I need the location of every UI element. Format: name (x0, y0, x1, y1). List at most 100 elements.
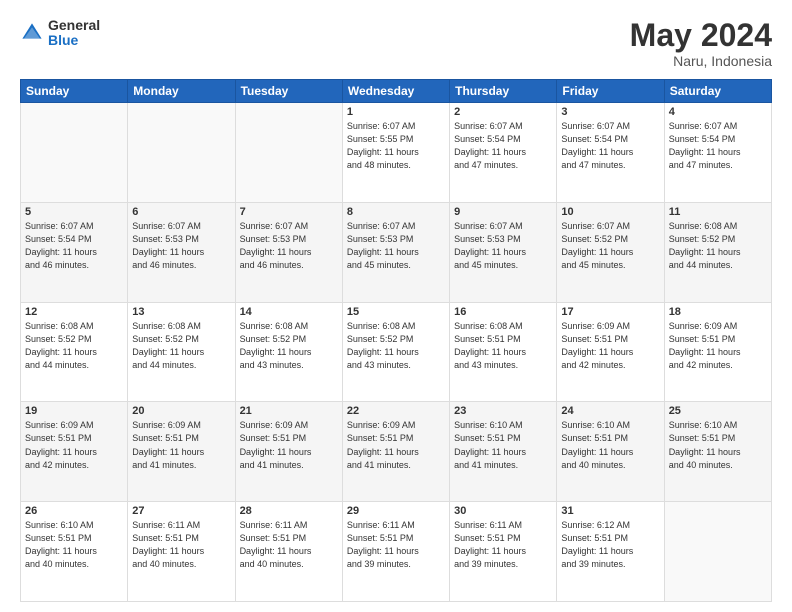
day-number-11: 11 (669, 206, 767, 218)
day-info-27: Sunrise: 6:11 AM Sunset: 5:51 PM Dayligh… (132, 519, 230, 571)
calendar-cell-w4-d4: 22 Sunrise: 6:09 AM Sunset: 5:51 PM Dayli… (342, 402, 449, 502)
calendar-cell-w2-d6: 10 Sunrise: 6:07 AM Sunset: 5:52 PM Dayli… (557, 202, 664, 302)
calendar-cell-w3-d6: 17Sunrise: 6:09 AM Sunset: 5:51 PM Dayli… (557, 302, 664, 402)
day-number-3: 3 (561, 106, 659, 118)
day-number-21: 21 (240, 405, 338, 417)
calendar-table: Sunday Monday Tuesday Wednesday Thursday… (20, 79, 772, 602)
day-info-22: Sunrise: 6:09 AM Sunset: 5:51 PM Dayligh… (347, 419, 445, 471)
day-info-26: Sunrise: 6:10 AM Sunset: 5:51 PM Dayligh… (25, 519, 123, 571)
day-number-26: 26 (25, 505, 123, 517)
calendar-cell-w1-d4: 1 Sunrise: 6:07 AM Sunset: 5:55 PM Daylig… (342, 103, 449, 203)
header: General Blue May 2024 Naru, Indonesia (20, 18, 772, 69)
calendar-cell-w5-d7 (664, 502, 771, 602)
day-info-6: Sunrise: 6:07 AM Sunset: 5:53 PM Dayligh… (132, 220, 230, 272)
day-info-31: Sunrise: 6:12 AM Sunset: 5:51 PM Dayligh… (561, 519, 659, 571)
day-info-15: Sunrise: 6:08 AM Sunset: 5:52 PM Dayligh… (347, 320, 445, 372)
header-tuesday: Tuesday (235, 80, 342, 103)
header-monday: Monday (128, 80, 235, 103)
day-number-19: 19 (25, 405, 123, 417)
day-number-6: 6 (132, 206, 230, 218)
day-number-30: 30 (454, 505, 552, 517)
day-number-31: 31 (561, 505, 659, 517)
calendar-cell-w2-d2: 6 Sunrise: 6:07 AM Sunset: 5:53 PM Daylig… (128, 202, 235, 302)
header-friday: Friday (557, 80, 664, 103)
day-info-29: Sunrise: 6:11 AM Sunset: 5:51 PM Dayligh… (347, 519, 445, 571)
day-number-13: 13 (132, 306, 230, 318)
day-info-12: Sunrise: 6:08 AM Sunset: 5:52 PM Dayligh… (25, 320, 123, 372)
day-info-24: Sunrise: 6:10 AM Sunset: 5:51 PM Dayligh… (561, 419, 659, 471)
calendar-cell-w5-d4: 29 Sunrise: 6:11 AM Sunset: 5:51 PM Dayli… (342, 502, 449, 602)
day-number-12: 12 (25, 306, 123, 318)
day-info-1: Sunrise: 6:07 AM Sunset: 5:55 PM Dayligh… (347, 120, 445, 172)
day-number-4: 4 (669, 106, 767, 118)
calendar-cell-w1-d5: 2Sunrise: 6:07 AM Sunset: 5:54 PM Daylig… (450, 103, 557, 203)
day-info-11: Sunrise: 6:08 AM Sunset: 5:52 PM Dayligh… (669, 220, 767, 272)
logo-text: General Blue (48, 18, 100, 49)
calendar-cell-w4-d5: 23Sunrise: 6:10 AM Sunset: 5:51 PM Dayli… (450, 402, 557, 502)
week-row-2: 5 Sunrise: 6:07 AM Sunset: 5:54 PM Daylig… (21, 202, 772, 302)
day-number-8: 8 (347, 206, 445, 218)
day-number-24: 24 (561, 405, 659, 417)
day-info-5: Sunrise: 6:07 AM Sunset: 5:54 PM Dayligh… (25, 220, 123, 272)
day-info-16: Sunrise: 6:08 AM Sunset: 5:51 PM Dayligh… (454, 320, 552, 372)
calendar-cell-w5-d6: 31 Sunrise: 6:12 AM Sunset: 5:51 PM Dayli… (557, 502, 664, 602)
day-number-5: 5 (25, 206, 123, 218)
calendar-cell-w1-d6: 3 Sunrise: 6:07 AM Sunset: 5:54 PM Daylig… (557, 103, 664, 203)
calendar-cell-w5-d5: 30 Sunrise: 6:11 AM Sunset: 5:51 PM Dayli… (450, 502, 557, 602)
day-info-3: Sunrise: 6:07 AM Sunset: 5:54 PM Dayligh… (561, 120, 659, 172)
calendar-cell-w2-d5: 9Sunrise: 6:07 AM Sunset: 5:53 PM Daylig… (450, 202, 557, 302)
calendar-cell-w2-d1: 5 Sunrise: 6:07 AM Sunset: 5:54 PM Daylig… (21, 202, 128, 302)
calendar-cell-w1-d3 (235, 103, 342, 203)
logo-icon (20, 21, 44, 45)
day-info-25: Sunrise: 6:10 AM Sunset: 5:51 PM Dayligh… (669, 419, 767, 471)
day-number-22: 22 (347, 405, 445, 417)
day-number-25: 25 (669, 405, 767, 417)
day-info-13: Sunrise: 6:08 AM Sunset: 5:52 PM Dayligh… (132, 320, 230, 372)
day-info-14: Sunrise: 6:08 AM Sunset: 5:52 PM Dayligh… (240, 320, 338, 372)
calendar-body: 1 Sunrise: 6:07 AM Sunset: 5:55 PM Daylig… (21, 103, 772, 602)
logo-general-text: General (48, 18, 100, 33)
day-info-21: Sunrise: 6:09 AM Sunset: 5:51 PM Dayligh… (240, 419, 338, 471)
day-info-9: Sunrise: 6:07 AM Sunset: 5:53 PM Dayligh… (454, 220, 552, 272)
calendar-subtitle: Naru, Indonesia (630, 53, 772, 69)
day-info-20: Sunrise: 6:09 AM Sunset: 5:51 PM Dayligh… (132, 419, 230, 471)
calendar-cell-w3-d3: 14Sunrise: 6:08 AM Sunset: 5:52 PM Dayli… (235, 302, 342, 402)
calendar-title: May 2024 (630, 18, 772, 53)
header-sunday: Sunday (21, 80, 128, 103)
calendar-cell-w4-d6: 24 Sunrise: 6:10 AM Sunset: 5:51 PM Dayli… (557, 402, 664, 502)
calendar-cell-w1-d2 (128, 103, 235, 203)
day-info-4: Sunrise: 6:07 AM Sunset: 5:54 PM Dayligh… (669, 120, 767, 172)
day-info-19: Sunrise: 6:09 AM Sunset: 5:51 PM Dayligh… (25, 419, 123, 471)
day-info-10: Sunrise: 6:07 AM Sunset: 5:52 PM Dayligh… (561, 220, 659, 272)
week-row-5: 26 Sunrise: 6:10 AM Sunset: 5:51 PM Dayli… (21, 502, 772, 602)
calendar-cell-w4-d2: 20 Sunrise: 6:09 AM Sunset: 5:51 PM Dayli… (128, 402, 235, 502)
calendar-header: Sunday Monday Tuesday Wednesday Thursday… (21, 80, 772, 103)
calendar-cell-w3-d7: 18Sunrise: 6:09 AM Sunset: 5:51 PM Dayli… (664, 302, 771, 402)
header-thursday: Thursday (450, 80, 557, 103)
day-number-10: 10 (561, 206, 659, 218)
day-number-27: 27 (132, 505, 230, 517)
day-info-17: Sunrise: 6:09 AM Sunset: 5:51 PM Dayligh… (561, 320, 659, 372)
calendar-cell-w2-d4: 8 Sunrise: 6:07 AM Sunset: 5:53 PM Daylig… (342, 202, 449, 302)
calendar-cell-w5-d2: 27 Sunrise: 6:11 AM Sunset: 5:51 PM Dayli… (128, 502, 235, 602)
day-number-2: 2 (454, 106, 552, 118)
logo-blue-text: Blue (48, 33, 100, 48)
day-number-1: 1 (347, 106, 445, 118)
day-info-18: Sunrise: 6:09 AM Sunset: 5:51 PM Dayligh… (669, 320, 767, 372)
day-number-23: 23 (454, 405, 552, 417)
week-row-1: 1 Sunrise: 6:07 AM Sunset: 5:55 PM Daylig… (21, 103, 772, 203)
calendar-cell-w5-d3: 28Sunrise: 6:11 AM Sunset: 5:51 PM Dayli… (235, 502, 342, 602)
day-number-20: 20 (132, 405, 230, 417)
day-info-8: Sunrise: 6:07 AM Sunset: 5:53 PM Dayligh… (347, 220, 445, 272)
calendar-cell-w3-d5: 16 Sunrise: 6:08 AM Sunset: 5:51 PM Dayli… (450, 302, 557, 402)
calendar-cell-w4-d7: 25 Sunrise: 6:10 AM Sunset: 5:51 PM Dayli… (664, 402, 771, 502)
day-number-15: 15 (347, 306, 445, 318)
day-info-30: Sunrise: 6:11 AM Sunset: 5:51 PM Dayligh… (454, 519, 552, 571)
day-number-16: 16 (454, 306, 552, 318)
calendar-cell-w3-d2: 13 Sunrise: 6:08 AM Sunset: 5:52 PM Dayli… (128, 302, 235, 402)
day-info-7: Sunrise: 6:07 AM Sunset: 5:53 PM Dayligh… (240, 220, 338, 272)
page: General Blue May 2024 Naru, Indonesia Su… (0, 0, 792, 612)
calendar-cell-w3-d4: 15 Sunrise: 6:08 AM Sunset: 5:52 PM Dayli… (342, 302, 449, 402)
day-number-29: 29 (347, 505, 445, 517)
calendar-cell-w1-d1 (21, 103, 128, 203)
